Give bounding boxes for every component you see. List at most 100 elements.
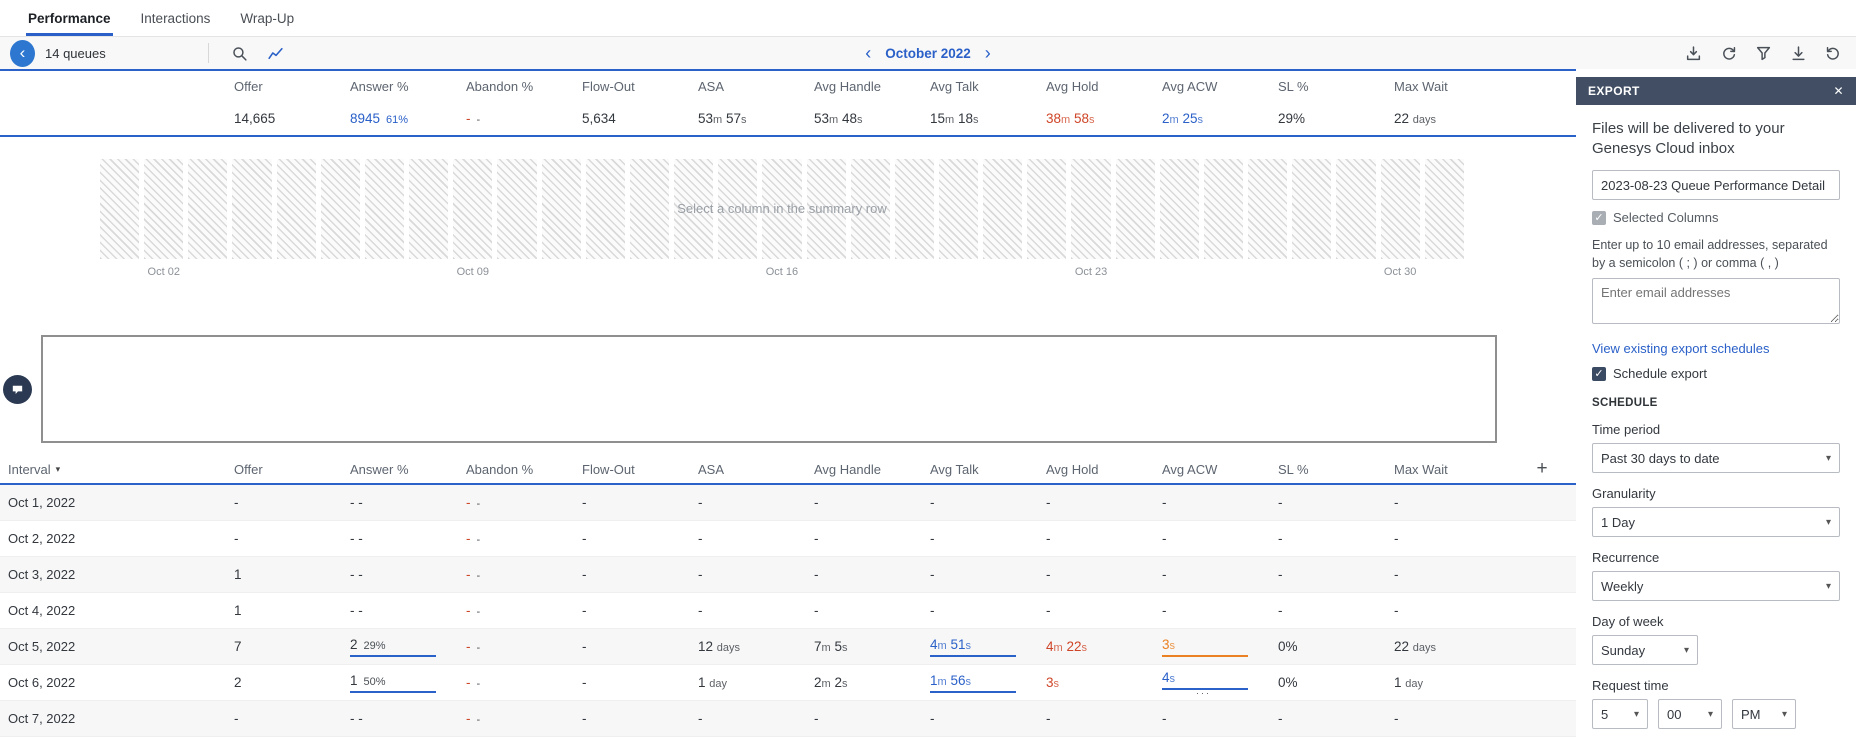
close-icon[interactable]: ✕ [1834,84,1844,98]
time-period-label: Time period [1592,422,1661,437]
next-month-icon[interactable]: › [983,44,993,62]
toolbar-left: ‹ 14 queues [0,39,289,67]
request-hour-select[interactable]: 5 ▾ [1592,699,1648,729]
column-header[interactable]: Offer [232,462,348,477]
column-header[interactable]: Abandon % [464,79,580,94]
schedule-export-checkbox[interactable]: ✓ Schedule export [1592,366,1840,381]
request-time-label: Request time [1592,678,1669,693]
column-header[interactable]: SL % [1276,462,1392,477]
email-input[interactable] [1592,278,1840,324]
table-cell: 2 [234,675,242,690]
column-header[interactable]: Flow-Out [580,79,696,94]
table-cell: - [814,531,819,546]
table-cell: - [1046,711,1051,726]
table-cell: 8945 61% [350,111,409,126]
annotation-box[interactable] [41,335,1497,443]
history-icon[interactable] [1820,40,1846,66]
prev-month-icon[interactable]: ‹ [863,44,873,62]
day-of-week-select[interactable]: Sunday ▾ [1592,635,1698,665]
column-header[interactable]: Avg Hold [1044,79,1160,94]
table-cell: 4m 22s [1046,639,1087,654]
comment-icon[interactable] [3,375,32,404]
table-row[interactable]: Oct 1, 2022- - ----------- [0,485,1576,521]
back-button[interactable]: ‹ [10,39,35,67]
table-cell: - [1278,711,1283,726]
table-cell: - [1046,531,1051,546]
tab-interactions[interactable]: Interactions [141,0,211,36]
export-icon[interactable] [1680,40,1706,66]
table-row[interactable]: Oct 6, 2022 2 1 50% - - -1 day 2m 2s 1m 56s 3s 4s ·… [0,665,1576,701]
column-header[interactable]: Abandon % [464,462,580,477]
chart-bar [938,159,979,259]
column-header[interactable]: Avg ACW [1160,79,1276,94]
table-cell: -- [466,603,481,618]
table-row[interactable]: Oct 5, 2022 7 2 29% - - -12 days 7m 5s 4m 51s 4m … [0,629,1576,665]
metric-underline [1162,654,1248,657]
table-cell: 7m 5s [814,639,848,654]
interval-column-header[interactable]: Interval ▾ [0,462,232,477]
chart-area: Oct 02 Oct 09 Oct 16 Oct 23 Oct 30 Select a … [0,137,1576,305]
table-cell: 15m 18s [930,111,979,126]
chart-bar-slot [1424,159,1464,282]
column-header[interactable]: Avg Talk [928,79,1044,94]
month-label[interactable]: October 2022 [885,46,971,61]
axis-tick-label [100,266,139,282]
axis-tick-label [939,266,978,282]
chart-bar-slot [1203,159,1244,282]
chart-bar [541,159,581,259]
request-meridiem-select[interactable]: PM ▾ [1732,699,1796,729]
column-header[interactable]: Flow-Out [580,462,696,477]
table-cell: 1 [234,567,242,582]
chart-bar [1248,159,1288,259]
recurrence-select[interactable]: Weekly ▾ [1592,571,1840,601]
chart-bar-slot: Oct 23 [1071,159,1111,282]
search-icon[interactable] [227,40,253,66]
table-cell: 53m 57s [698,111,747,126]
table-row[interactable]: Oct 7, 2022- - ----------- [0,701,1576,737]
filter-icon[interactable] [1750,40,1776,66]
axis-tick-label: Oct 30 [1383,266,1417,278]
granularity-select[interactable]: 1 Day ▾ [1592,507,1840,537]
table-cell: - [1278,495,1283,510]
column-header[interactable]: ASA [696,79,812,94]
tab-performance[interactable]: Performance [26,0,113,36]
chart-bar [320,159,360,259]
tab-wrap-up[interactable]: Wrap-Up [240,0,294,36]
download-icon[interactable] [1785,40,1811,66]
column-header[interactable]: Avg Talk [928,462,1044,477]
schedule-export-label: Schedule export [1613,366,1707,381]
table-cell: - [582,603,587,618]
refresh-icon[interactable] [1715,40,1741,66]
chart-toggle-icon[interactable] [263,40,289,66]
queues-label: 14 queues [45,45,106,61]
column-header[interactable]: SL % [1276,79,1392,94]
table-cell: 0% [1278,675,1298,690]
column-header[interactable]: Answer % [348,462,464,477]
add-column-button[interactable]: + [1536,458,1547,480]
column-header[interactable]: Max Wait [1392,79,1508,94]
column-header[interactable]: Avg Handle [812,462,928,477]
export-panel-title: EXPORT [1588,84,1640,98]
view-schedules-link[interactable]: View existing export schedules [1592,341,1840,356]
column-header[interactable]: Max Wait [1392,462,1508,477]
column-header[interactable]: Avg Hold [1044,462,1160,477]
column-header[interactable]: ASA [696,462,812,477]
column-header[interactable]: Avg Handle [812,79,928,94]
selected-columns-checkbox[interactable]: ✓ Selected Columns [1592,210,1840,225]
chart-bar-slot [938,159,979,282]
axis-tick-label [1204,266,1243,282]
table-row[interactable]: Oct 8, 20221- ----------- [0,737,1576,745]
table-row[interactable]: Oct 2, 2022- - ----------- [0,521,1576,557]
table-cell: - [582,531,587,546]
table-cell: - [814,711,819,726]
column-header[interactable]: Offer [232,79,348,94]
request-minute-select[interactable]: 00 ▾ [1658,699,1722,729]
time-period-select[interactable]: Past 30 days to date ▾ [1592,443,1840,473]
request-time-row: 5 ▾ 00 ▾ PM ▾ [1592,699,1840,729]
column-header[interactable]: Answer % [348,79,464,94]
column-header[interactable]: Avg ACW [1160,462,1276,477]
table-row[interactable]: Oct 4, 2022 1- ----------- [0,593,1576,629]
filename-input[interactable] [1592,170,1840,200]
chevron-down-icon: ▾ [1825,580,1831,592]
table-row[interactable]: Oct 3, 2022 1- ----------- [0,557,1576,593]
